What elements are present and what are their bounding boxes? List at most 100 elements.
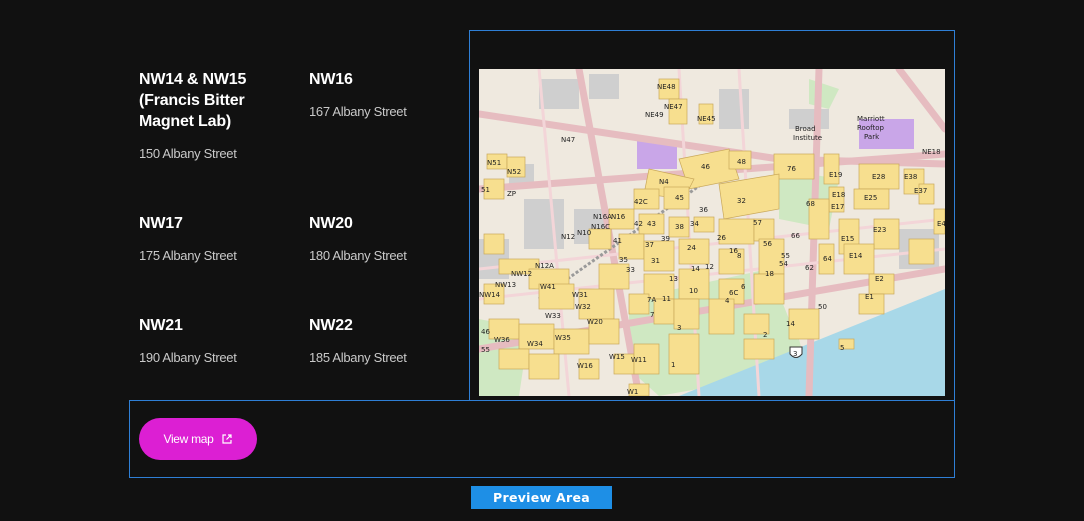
svg-text:W33: W33 [545,312,561,320]
svg-text:W1: W1 [627,388,638,396]
svg-text:37: 37 [645,241,654,249]
svg-text:6: 6 [741,283,746,291]
svg-text:Marriott: Marriott [857,115,885,123]
svg-text:14: 14 [691,265,700,273]
svg-text:13: 13 [669,275,678,283]
svg-text:55: 55 [781,252,790,260]
location-nw20: NW20 180 Albany Street [309,213,469,263]
location-address: 167 Albany Street [309,104,407,119]
location-nw22: NW22 185 Albany Street [309,315,469,365]
svg-text:W35: W35 [555,334,571,342]
svg-text:32: 32 [737,197,746,205]
svg-text:56: 56 [763,240,772,248]
svg-text:6C: 6C [729,289,738,297]
svg-text:26: 26 [717,234,726,242]
svg-text:39: 39 [661,235,670,243]
svg-text:E37: E37 [914,187,927,195]
svg-text:N12A: N12A [535,262,554,270]
location-nw17: NW17 175 Albany Street [139,213,299,263]
view-map-button[interactable]: View map [139,418,257,460]
svg-text:E4: E4 [937,220,945,228]
svg-text:E1: E1 [865,293,874,301]
location-name: NW22 [309,317,353,334]
location-address: 185 Albany Street [309,350,407,365]
location-name: NW17 [139,215,183,232]
location-name: NW20 [309,215,353,232]
svg-text:Park: Park [864,133,880,141]
svg-text:NE18: NE18 [922,148,941,156]
location-nw21: NW21 190 Albany Street [139,315,299,365]
svg-text:N16: N16 [611,213,626,221]
svg-text:N12: N12 [561,233,575,241]
svg-text:36: 36 [699,206,708,214]
svg-text:68: 68 [806,200,815,208]
svg-text:E18: E18 [832,191,845,199]
svg-text:W16: W16 [577,362,593,370]
svg-text:N47: N47 [561,136,575,144]
svg-text:43: 43 [647,220,656,228]
svg-text:33: 33 [626,266,635,274]
svg-text:3: 3 [793,350,797,358]
svg-text:E14: E14 [849,252,863,260]
svg-text:Rooftop: Rooftop [857,124,884,132]
location-address: 180 Albany Street [309,248,407,263]
svg-text:48: 48 [737,158,746,166]
svg-text:Institute: Institute [793,134,822,142]
svg-text:W36: W36 [494,336,510,344]
svg-text:NE48: NE48 [657,83,676,91]
svg-text:N51: N51 [487,159,501,167]
svg-text:E15: E15 [841,235,854,243]
svg-text:18: 18 [765,270,774,278]
svg-text:42C: 42C [634,198,648,206]
campus-map-graphic: NE48 NE47 NE49 NE45 N47 Broad Institute … [479,69,945,396]
svg-text:7A: 7A [647,296,656,304]
svg-text:4: 4 [725,297,730,305]
svg-text:N16A: N16A [593,213,612,221]
svg-text:E23: E23 [873,226,886,234]
svg-text:51: 51 [481,186,490,194]
svg-text:NE45: NE45 [697,115,716,123]
preview-area-badge: Preview Area [471,486,612,509]
svg-text:NE49: NE49 [645,111,664,119]
svg-text:NW12: NW12 [511,270,532,278]
svg-text:1: 1 [671,361,675,369]
svg-text:31: 31 [651,257,660,265]
svg-text:14: 14 [786,320,795,328]
svg-text:57: 57 [753,219,762,227]
svg-text:Broad: Broad [795,125,816,133]
svg-text:5: 5 [840,344,844,352]
svg-text:N4: N4 [659,178,669,186]
svg-text:54: 54 [779,260,788,268]
svg-text:N52: N52 [507,168,521,176]
location-name: NW14 & NW15 (Francis Bitter Magnet Lab) [139,71,247,130]
svg-text:46: 46 [701,163,710,171]
svg-text:55: 55 [481,346,490,354]
location-name: NW16 [309,71,353,88]
svg-text:12: 12 [705,263,714,271]
campus-map[interactable]: NE48 NE47 NE49 NE45 N47 Broad Institute … [479,69,945,396]
svg-text:46: 46 [481,328,490,336]
svg-text:7: 7 [650,311,654,319]
svg-text:E17: E17 [831,203,844,211]
svg-text:NW14: NW14 [479,291,501,299]
svg-text:38: 38 [675,223,684,231]
svg-text:64: 64 [823,255,832,263]
svg-text:NE47: NE47 [664,103,683,111]
svg-text:2: 2 [763,331,767,339]
external-link-icon [221,434,232,444]
svg-text:N16C: N16C [591,223,610,231]
location-nw14-nw15: NW14 & NW15 (Francis Bitter Magnet Lab) … [139,69,289,161]
svg-text:50: 50 [818,303,827,311]
svg-text:24: 24 [687,244,696,252]
svg-text:E38: E38 [904,173,917,181]
svg-text:E19: E19 [829,171,842,179]
svg-text:W20: W20 [587,318,603,326]
svg-text:76: 76 [787,165,796,173]
svg-text:ZP: ZP [507,190,516,198]
svg-text:3: 3 [677,324,681,332]
svg-text:62: 62 [805,264,814,272]
location-address: 175 Albany Street [139,248,237,263]
svg-text:66: 66 [791,232,800,240]
svg-text:34: 34 [690,220,699,228]
location-address: 190 Albany Street [139,350,237,365]
